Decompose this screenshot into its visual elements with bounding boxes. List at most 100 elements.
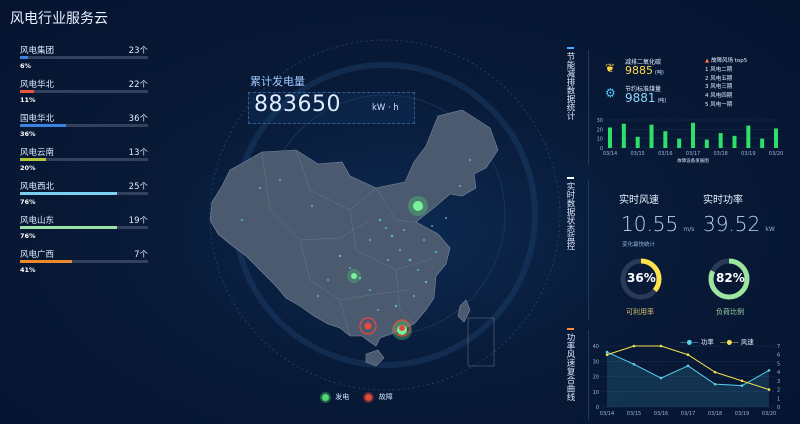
wind-point	[605, 353, 609, 357]
line-x-tick: 03/17	[681, 411, 695, 417]
map-landmass	[209, 110, 499, 347]
group-percent: 76%	[20, 232, 36, 240]
wind-point	[713, 370, 717, 374]
fault-bar	[718, 133, 723, 148]
group-count: 23个	[128, 46, 148, 56]
fault-bar	[663, 131, 668, 148]
panel3-marker	[567, 328, 574, 330]
fault-legend-icon	[365, 393, 373, 401]
group-progress-fill	[20, 260, 73, 263]
bar-y-tick: 10	[597, 137, 603, 143]
line-x-tick: 03/18	[708, 411, 722, 417]
fault-top5: ▲ 故障风场 top5 1 风电二期 2 风电五期 3 风电三期 4 风电四期 …	[705, 57, 785, 110]
wind-speed-readout: 10.55 m/s	[621, 212, 701, 236]
line-y-left-tick: 10	[593, 390, 599, 396]
group-list-item[interactable]: 风电华北 22个 11%	[20, 78, 150, 112]
group-list-item[interactable]: 风电广西 7个 41%	[20, 248, 150, 282]
bar-x-tick: 03/14	[603, 151, 617, 157]
group-name: 风电西北	[20, 182, 55, 192]
group-count: 13个	[128, 148, 148, 158]
group-progress-fill	[20, 124, 67, 127]
group-name: 风电集团	[20, 46, 55, 56]
group-progress	[20, 260, 148, 263]
fault-top5-title: 故障风场 top5	[710, 58, 748, 64]
group-progress	[20, 90, 148, 93]
bar-x-tick: 03/18	[713, 151, 727, 157]
group-progress-fill	[20, 90, 35, 93]
fault-top5-item: 5 风电一期	[705, 101, 733, 108]
group-list-item[interactable]: 风电山东 19个 76%	[20, 214, 150, 248]
generation-legend-icon	[322, 393, 329, 401]
map-legend: 发电 故障	[322, 392, 407, 402]
group-count: 22个	[128, 80, 148, 90]
line-y-left-tick: 30	[593, 359, 599, 365]
leaf-icon: ❦	[605, 61, 616, 75]
warning-icon: ▲	[705, 58, 710, 64]
group-progress-fill	[20, 226, 118, 229]
group-count: 7个	[134, 250, 148, 260]
group-name: 风电广西	[20, 250, 55, 260]
group-list: 风电集团 23个 6% 风电华北 22个 11% 国电华北 36个 36% 风电云南 13个 20% 风…	[20, 44, 150, 282]
co2-unit: (吨)	[654, 70, 664, 76]
group-percent: 11%	[20, 96, 36, 104]
group-list-item[interactable]: 风电西北 25个 76%	[20, 180, 150, 214]
group-progress	[20, 124, 148, 127]
wind-point	[686, 353, 690, 357]
fault-top5-item: 3 风电三期	[705, 84, 733, 91]
fault-bar	[691, 122, 695, 148]
load-pct: 82%	[716, 271, 745, 285]
power-unit: kW	[765, 226, 775, 233]
power-label: 实时功率	[703, 195, 743, 206]
power-point	[740, 384, 744, 387]
group-progress	[20, 56, 148, 59]
wind-speed-unit: m/s	[683, 226, 695, 233]
group-name: 风电华北	[20, 80, 55, 90]
coal-unit: (吨)	[657, 98, 667, 104]
power-point	[686, 364, 690, 368]
power-point	[713, 382, 717, 386]
line-y-right-tick: 2	[777, 388, 780, 394]
fault-bar	[608, 127, 612, 148]
fault-legend-label: 故障	[378, 393, 393, 401]
line-y-right-tick: 4	[777, 370, 780, 376]
fault-bar	[621, 123, 626, 148]
bar-x-tick: 03/15	[630, 151, 644, 157]
fault-bar	[760, 138, 765, 148]
group-count: 25个	[128, 182, 148, 192]
fault-bar	[732, 135, 737, 148]
south-sea-inset	[467, 317, 495, 367]
line-y-right-tick: 3	[777, 379, 780, 385]
group-list-item[interactable]: 风电云南 13个 20%	[20, 146, 150, 180]
bar-y-tick: 30	[597, 118, 603, 124]
china-map[interactable]	[200, 110, 540, 380]
co2-value: 9885	[625, 64, 653, 77]
generation-title: 累计发电量	[250, 75, 305, 88]
availability-label: 可利用率	[626, 308, 654, 316]
group-list-item[interactable]: 国电华北 36个 36%	[20, 112, 150, 146]
power-point	[659, 376, 663, 380]
group-progress-fill	[20, 56, 28, 59]
power-area	[607, 352, 769, 407]
power-wind-line-chart: 0 10 20 30 40 0 1 2 3 4 5 6 7 03/14 03/15 03/16 03/17 03/…	[593, 344, 781, 417]
power-readout: 39.52 kW	[703, 212, 783, 236]
group-name: 风电山东	[20, 216, 55, 226]
panel2-border	[588, 180, 589, 320]
fault-top5-item: 4 风电四期	[705, 93, 733, 100]
group-percent: 6%	[20, 62, 32, 70]
line-y-left-tick: 0	[596, 405, 599, 411]
line-x-tick: 03/14	[600, 411, 614, 417]
coal-value: 9881	[625, 91, 656, 105]
line-x-tick: 03/20	[762, 411, 776, 417]
line-y-left-tick: 40	[593, 344, 599, 350]
load-label: 负荷比例	[716, 308, 744, 316]
group-progress	[20, 192, 148, 195]
group-list-item[interactable]: 风电集团 23个 6%	[20, 44, 150, 78]
group-percent: 36%	[20, 130, 36, 138]
group-progress	[20, 158, 148, 161]
availability-pct: 36%	[627, 271, 656, 285]
wind-point	[632, 344, 636, 348]
panel2-marker	[567, 177, 574, 179]
group-percent: 20%	[20, 164, 36, 172]
wind-point	[767, 388, 771, 391]
power-point	[632, 363, 636, 366]
